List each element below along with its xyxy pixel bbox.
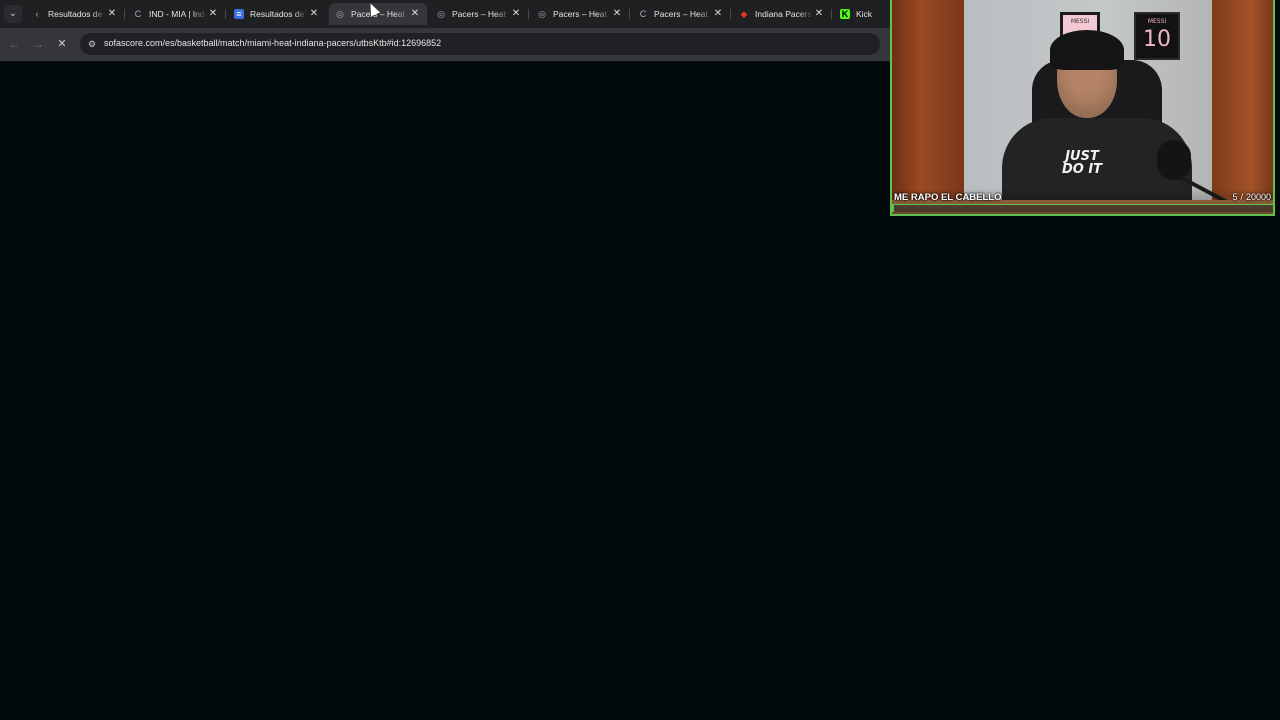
goal-separator: /	[1240, 192, 1243, 202]
tab-separator	[629, 9, 630, 19]
c-logo-icon: C	[639, 9, 647, 19]
close-icon[interactable]: ✕	[308, 8, 320, 20]
shirt-print: JUST DO IT	[1042, 150, 1122, 176]
close-icon[interactable]: ✕	[510, 8, 522, 20]
site-info-icon[interactable]: ⚙	[86, 38, 98, 50]
c-logo-icon: C	[134, 9, 142, 19]
spiral-icon: ◎	[437, 9, 445, 19]
tab-strip: ⌄ ‹ Resultados de ✕ C IND - MIA | Ind ✕ …	[0, 0, 890, 28]
jersey-name: MESSI	[1070, 18, 1090, 25]
kick-icon: K	[840, 9, 850, 19]
goal-target: 20000	[1245, 192, 1271, 202]
tab-separator	[730, 9, 731, 19]
blue-square-icon: ≡	[234, 9, 244, 19]
jersey-name: MESSI	[1147, 18, 1167, 25]
close-icon[interactable]: ✕	[106, 8, 118, 20]
tab-resultados-2[interactable]: ≡ Resultados de ✕	[228, 3, 326, 25]
url-text[interactable]: sofascore.com/es/basketball/match/miami-…	[104, 38, 441, 48]
tab-indiana-pacers[interactable]: ◆ Indiana Pacers ✕	[733, 3, 831, 25]
tab-title: IND - MIA | Ind	[149, 9, 205, 19]
close-icon[interactable]: ✕	[409, 8, 421, 20]
tab-ind-mia[interactable]: C IND - MIA | Ind ✕	[127, 3, 225, 25]
tab-resultados-1[interactable]: ‹ Resultados de ✕	[26, 3, 124, 25]
webcam-overlay: MESSI MESSI 10 JUST DO IT ME RAPO EL CAB…	[890, 0, 1275, 216]
tab-title: Indiana Pacers	[755, 9, 812, 19]
browser-window: ⌄ ‹ Resultados de ✕ C IND - MIA | Ind ✕ …	[0, 0, 890, 62]
tab-pacers-heat-active[interactable]: ◎ Pacers – Heat ✕	[329, 3, 427, 25]
tab-separator	[225, 9, 226, 19]
goal-label: ME RAPO EL CABELLO	[894, 192, 1002, 203]
tab-title: Resultados de	[250, 9, 305, 19]
browser-toolbar: ← → ✕ ⚙ sofascore.com/es/basketball/matc…	[0, 28, 890, 62]
close-icon[interactable]: ✕	[712, 8, 724, 20]
goal-current: 5	[1232, 192, 1238, 202]
streamer-hair	[1050, 30, 1124, 70]
tab-title: Pacers – Heat	[452, 9, 506, 19]
webcam-door-right	[1212, 0, 1273, 214]
tab-search-button[interactable]: ⌄	[4, 5, 22, 23]
stop-loading-icon[interactable]: ✕	[54, 36, 70, 52]
microphone-icon	[1157, 140, 1191, 180]
tab-title: Resultados de	[48, 9, 103, 19]
tab-pacers-heat-2[interactable]: ◎ Pacers – Heat ✕	[430, 3, 528, 25]
tab-title: Pacers – Heat	[553, 9, 607, 19]
tab-title: Pacers – Heat	[654, 9, 708, 19]
spiral-icon: ◎	[538, 9, 546, 19]
red-logo-icon: ◆	[740, 9, 748, 19]
forward-arrow-icon[interactable]: →	[30, 36, 46, 52]
goal-progress-fill	[892, 205, 895, 212]
tab-title: Pacers – Heat	[351, 9, 405, 19]
tab-separator	[528, 9, 529, 19]
tab-pacers-heat-4[interactable]: C Pacers – Heat ✕	[632, 3, 730, 25]
shirt-line-2: DO IT	[1061, 162, 1103, 177]
jersey-number: 10	[1143, 27, 1171, 52]
address-bar[interactable]: ⚙ sofascore.com/es/basketball/match/miam…	[80, 33, 880, 55]
back-arrow-icon[interactable]: ←	[6, 36, 22, 52]
chevron-left-icon: ‹	[35, 9, 39, 19]
tab-separator	[831, 9, 832, 19]
spiral-icon: ◎	[336, 9, 344, 19]
goal-count: 5/20000	[1232, 192, 1271, 202]
close-icon[interactable]: ✕	[813, 8, 825, 20]
framed-jersey-black: MESSI 10	[1134, 12, 1180, 60]
goal-progress-track	[892, 204, 1273, 212]
tab-kick[interactable]: K Kick	[834, 3, 890, 25]
sub-goal-widget: ME RAPO EL CABELLO 5/20000	[892, 188, 1273, 214]
tab-title: Kick	[856, 9, 873, 19]
tab-pacers-heat-3[interactable]: ◎ Pacers – Heat ✕	[531, 3, 629, 25]
tab-separator	[124, 9, 125, 19]
close-icon[interactable]: ✕	[611, 8, 623, 20]
close-icon[interactable]: ✕	[207, 8, 219, 20]
webcam-door-left	[892, 0, 964, 214]
